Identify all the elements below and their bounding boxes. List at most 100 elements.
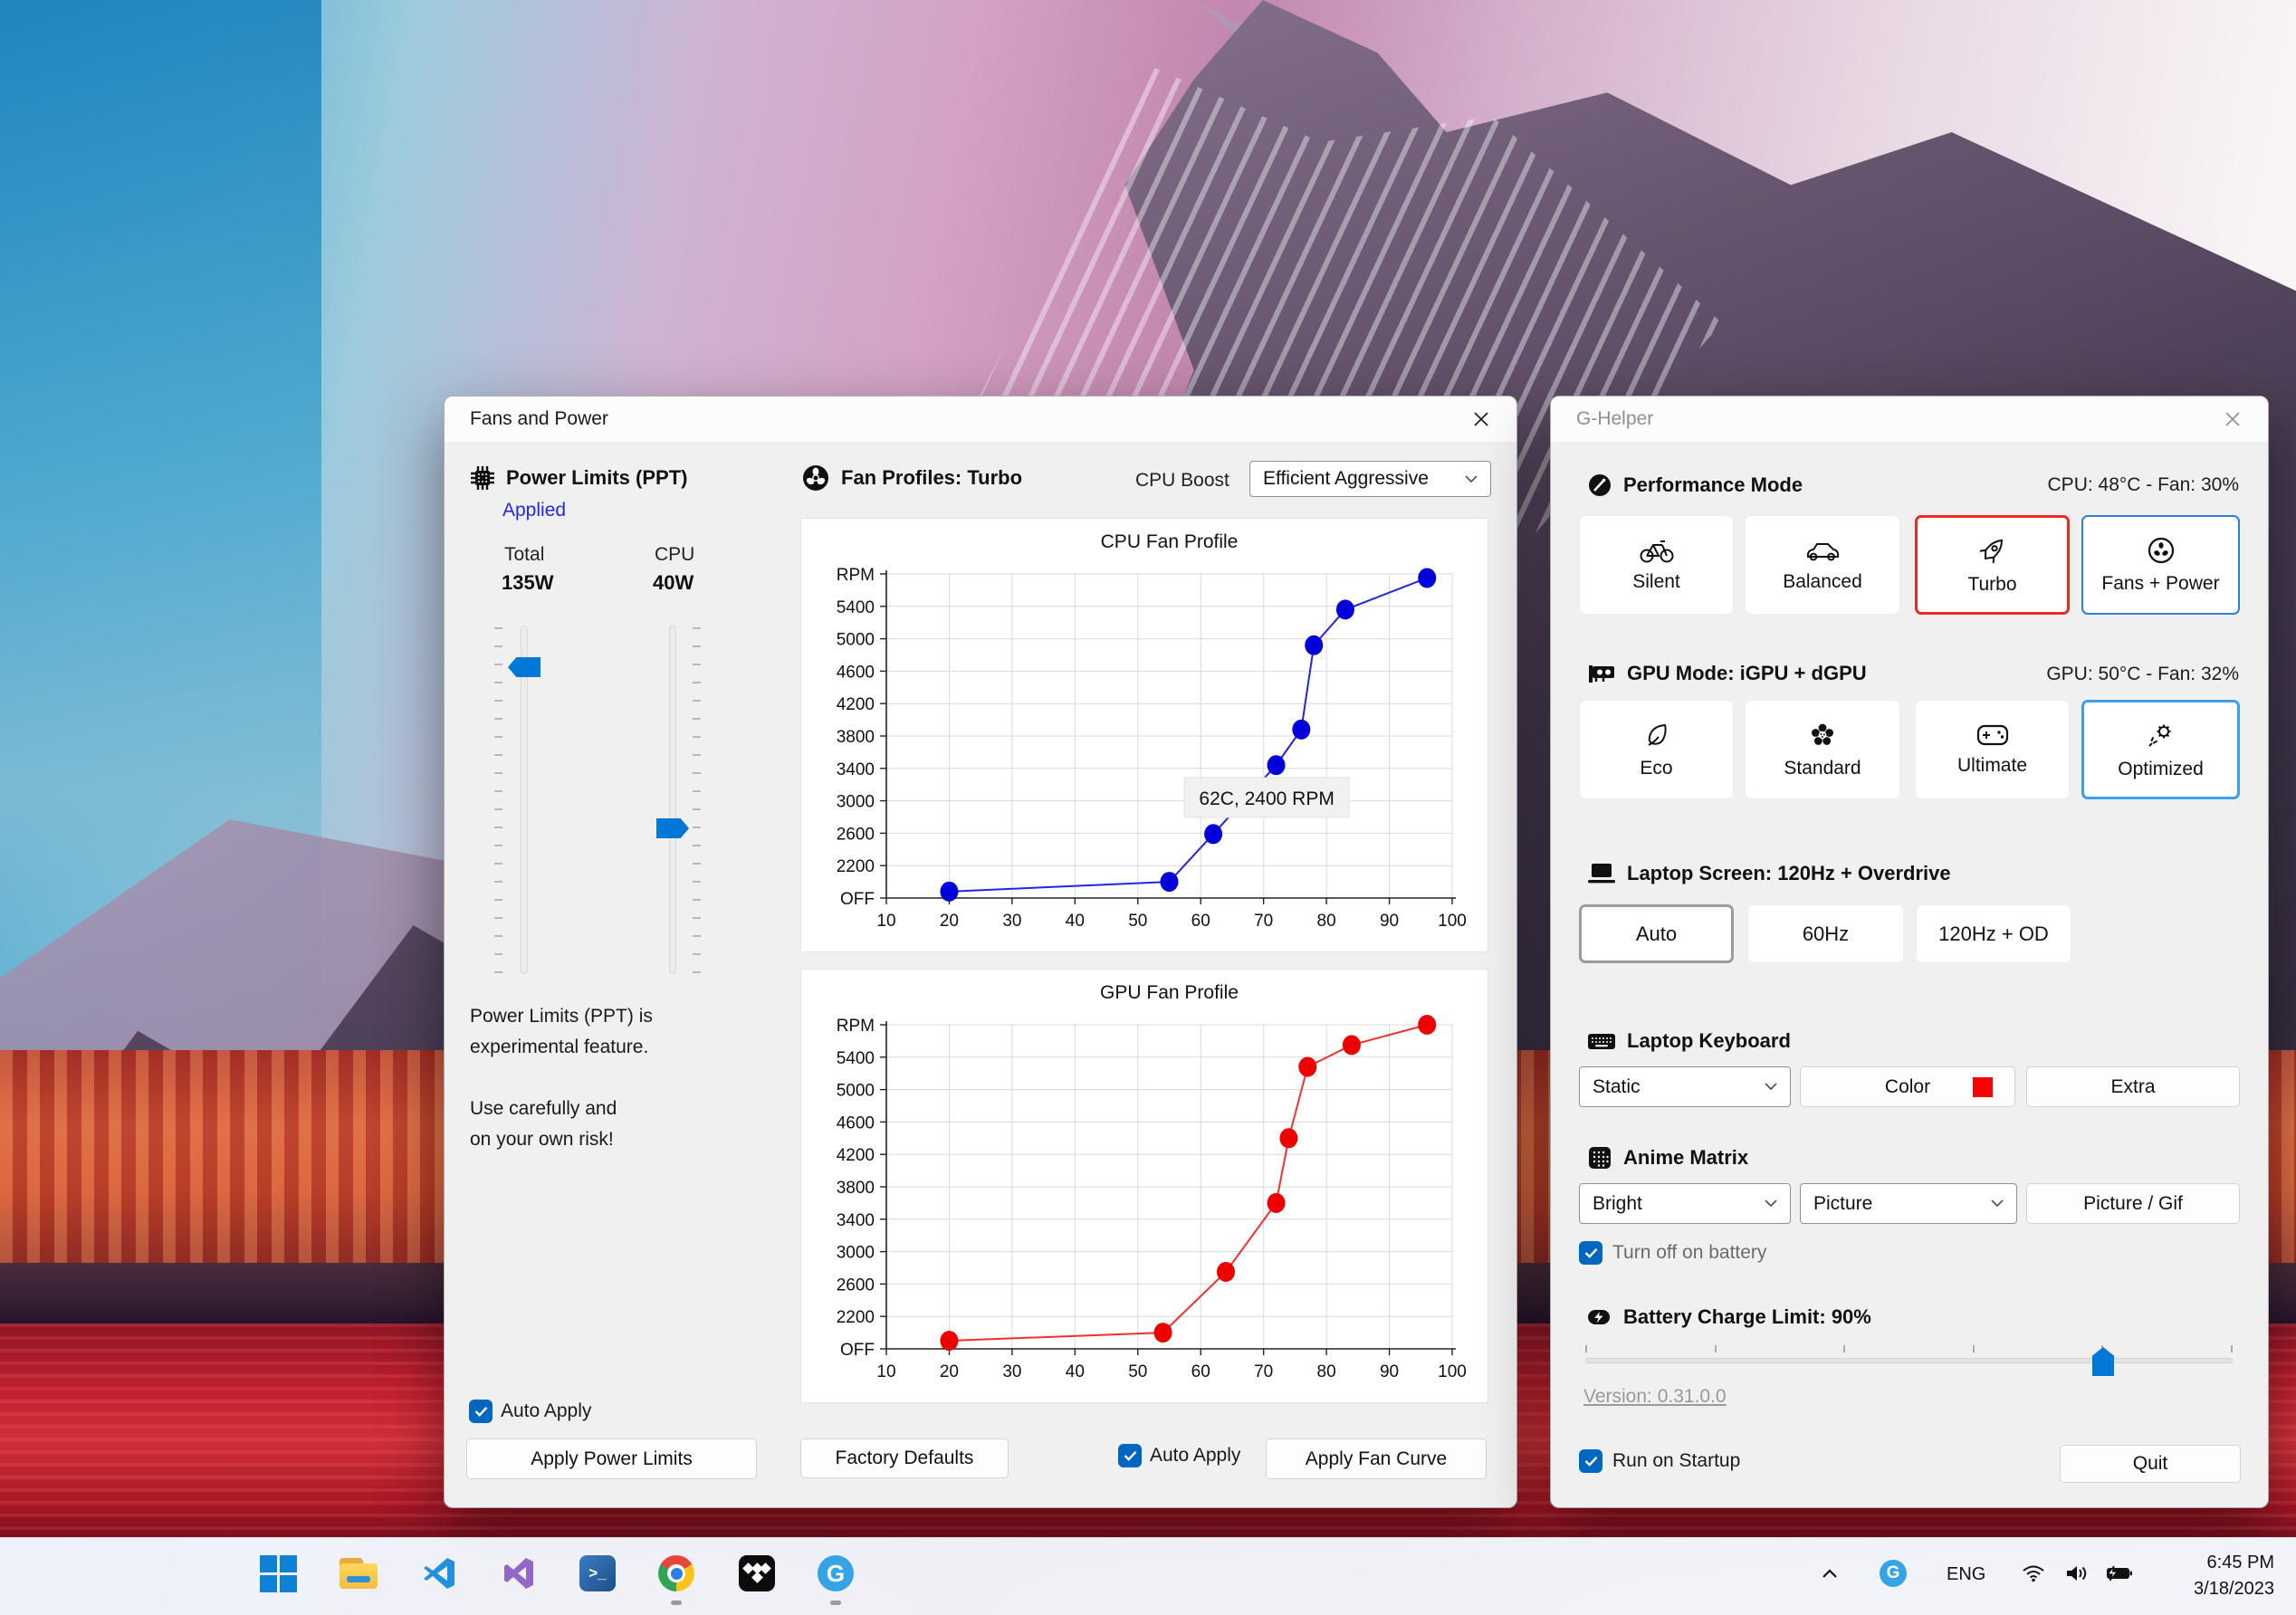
total-slider-track[interactable] [521, 626, 528, 974]
battery-charge-label: Battery Charge Limit: 90% [1623, 1305, 1871, 1328]
start-button[interactable] [258, 1553, 298, 1593]
bicycle-icon [1639, 538, 1675, 563]
tray-clock[interactable]: 6:45 PM 3/18/2023 [2194, 1550, 2274, 1602]
close-icon[interactable] [2212, 404, 2253, 435]
mode-button-silent[interactable]: Silent [1579, 515, 1734, 615]
ghelper-titlebar[interactable]: G-Helper [1551, 397, 2268, 442]
tray-wifi[interactable] [2015, 1553, 2052, 1593]
svg-text:30: 30 [1002, 912, 1021, 931]
auto-apply-fan-checkbox[interactable] [1118, 1444, 1142, 1467]
gpu-button-eco[interactable]: Eco [1579, 700, 1734, 799]
factory-defaults-button[interactable]: Factory Defaults [800, 1438, 1009, 1478]
mode-button-fans-power[interactable]: Fans + Power [2081, 515, 2240, 615]
tray-g-helper[interactable]: G [1876, 1553, 1910, 1593]
chevron-down-icon [1991, 1199, 2004, 1208]
keyboard-color-button[interactable]: Color [1800, 1066, 2015, 1107]
apply-fan-curve-button[interactable]: Apply Fan Curve [1266, 1438, 1487, 1479]
svg-text:5400: 5400 [837, 1049, 875, 1068]
cpu-slider-thumb[interactable] [656, 818, 689, 838]
desktop: Fans and Power Power Limits (PPT) Applie… [0, 0, 2296, 1615]
gpu-button-label: Ultimate [1956, 754, 2028, 776]
svg-text:70: 70 [1254, 912, 1273, 931]
gpu-button-standard[interactable]: Standard [1745, 700, 1900, 799]
svg-text:20: 20 [940, 912, 959, 931]
check-icon [1584, 1456, 1597, 1467]
total-slider-thumb[interactable] [508, 657, 541, 677]
fans-and-power-window: Fans and Power Power Limits (PPT) Applie… [444, 396, 1517, 1508]
speaker-icon [2067, 1566, 2087, 1581]
gpu-button-optimized[interactable]: Optimized [2081, 700, 2240, 799]
screen-button-120hz-od[interactable]: 120Hz + OD [1916, 904, 2071, 963]
turn-off-on-battery-checkbox[interactable] [1579, 1241, 1602, 1265]
cpu-chip-icon [470, 465, 495, 491]
chrome-running-indicator [671, 1601, 682, 1605]
svg-text:4600: 4600 [837, 663, 875, 682]
gpu-mode-header: GPU Mode: iGPU + dGPU [1587, 662, 1867, 685]
ppt-warning-line-1: Power Limits (PPT) is [470, 1006, 653, 1027]
svg-text:3400: 3400 [837, 760, 875, 779]
cpu-boost-label: CPU Boost [1135, 470, 1229, 491]
battery-slider-track[interactable] [1585, 1358, 2233, 1363]
vscode-button[interactable] [419, 1553, 459, 1593]
gpu-button-ultimate[interactable]: Ultimate [1915, 700, 2070, 799]
anime-content-dropdown[interactable]: Picture [1800, 1183, 2017, 1224]
auto-apply-power-checkbox[interactable] [469, 1400, 493, 1423]
version-link[interactable]: Version: 0.31.0.0 [1583, 1386, 1727, 1408]
power-limits-label: Power Limits (PPT) [506, 466, 688, 489]
mode-button-label: Fans + Power [2101, 572, 2220, 594]
ppt-warning-line-2: experimental feature. [470, 1037, 649, 1057]
battery-slider-ticks [1585, 1345, 2233, 1352]
mode-button-label: Balanced [1783, 570, 1862, 592]
chrome-icon [658, 1555, 694, 1591]
cpu-fan-curve-chart[interactable]: CPU Fan Profile OFF 2200 2600 3000 3400 3800 42… [801, 519, 1488, 951]
keyboard-mode-dropdown[interactable]: Static [1579, 1066, 1791, 1107]
anime-picture-gif-button[interactable]: Picture / Gif [2026, 1183, 2240, 1224]
chrome-button[interactable] [656, 1553, 696, 1593]
laptop-screen-header: Laptop Screen: 120Hz + Overdrive [1587, 862, 1951, 885]
screen-button-label: 120Hz + OD [1938, 922, 2049, 945]
apply-power-limits-button[interactable]: Apply Power Limits [466, 1438, 757, 1479]
svg-text:10: 10 [876, 912, 895, 931]
cpu-temp-fan-status: CPU: 48°C - Fan: 30% [2047, 474, 2239, 495]
svg-text:OFF: OFF [840, 1341, 875, 1360]
keyboard-extra-button[interactable]: Extra [2026, 1066, 2240, 1107]
mode-button-label: Turbo [1967, 573, 2017, 595]
tidal-button[interactable] [737, 1553, 777, 1593]
gpu-fan-chart-panel[interactable]: GPU Fan Profile OFF 2200 2600 3000 3400 3800 42… [800, 969, 1488, 1403]
mode-button-turbo[interactable]: Turbo [1915, 515, 2070, 615]
cpu-boost-value: Efficient Aggressive [1263, 468, 1429, 489]
anime-brightness-dropdown[interactable]: Bright [1579, 1183, 1791, 1224]
cpu-fan-chart-panel[interactable]: CPU Fan Profile OFF 2200 2600 3000 3400 3800 42… [800, 518, 1488, 952]
svg-text:2200: 2200 [837, 857, 875, 876]
svg-text:2200: 2200 [837, 1308, 875, 1327]
g-helper-button[interactable]: G [816, 1553, 856, 1593]
cpu-slider-track[interactable] [669, 626, 676, 974]
tray-volume[interactable] [2059, 1553, 2095, 1593]
gamepad-icon [1976, 723, 2009, 747]
gpu-card-icon [1587, 662, 1616, 685]
cpu-boost-dropdown[interactable]: Efficient Aggressive [1249, 461, 1491, 497]
svg-text:4600: 4600 [837, 1113, 875, 1132]
powershell-icon: >_ [579, 1555, 616, 1591]
svg-text:3000: 3000 [837, 793, 875, 812]
close-icon[interactable] [1460, 404, 1502, 435]
svg-text:50: 50 [1128, 1362, 1147, 1381]
svg-text:62C, 2400 RPM: 62C, 2400 RPM [1199, 788, 1334, 809]
anime-brightness-value: Bright [1593, 1192, 1642, 1214]
powershell-button[interactable]: >_ [578, 1553, 617, 1593]
visual-studio-button[interactable] [499, 1553, 539, 1593]
tray-chevron-up[interactable] [1813, 1553, 1846, 1593]
mode-button-balanced[interactable]: Balanced [1745, 515, 1900, 615]
fans-window-titlebar[interactable]: Fans and Power [445, 397, 1516, 442]
screen-button-auto[interactable]: Auto [1579, 904, 1734, 963]
tray-language[interactable]: ENG [1947, 1564, 1985, 1585]
gpu-fan-curve-chart[interactable]: GPU Fan Profile OFF 2200 2600 3000 3400 3800 42… [801, 970, 1488, 1402]
svg-text:5400: 5400 [837, 598, 875, 617]
run-on-startup-checkbox[interactable] [1579, 1449, 1602, 1473]
tray-battery[interactable] [2100, 1553, 2138, 1593]
svg-text:10: 10 [876, 1362, 895, 1381]
windows-logo-icon [259, 1554, 297, 1592]
quit-button[interactable]: Quit [2060, 1445, 2241, 1483]
screen-button-60hz[interactable]: 60Hz [1747, 904, 1904, 963]
file-explorer-button[interactable] [339, 1553, 378, 1593]
